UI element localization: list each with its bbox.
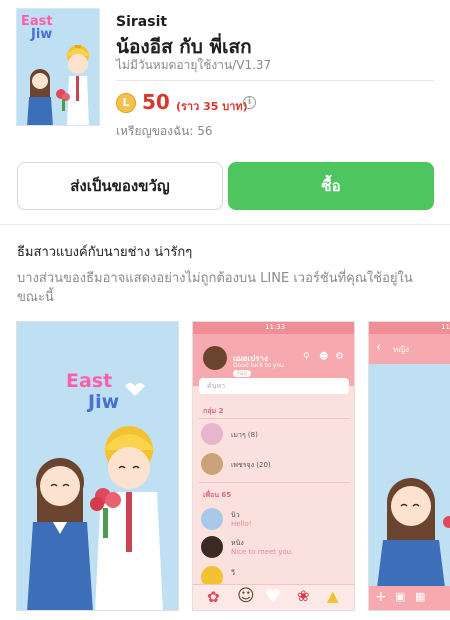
group-item: เมาๆ (8) (193, 430, 354, 441)
group-item-label: เพชรจุง (20) (231, 461, 271, 469)
group-header-label: กลุ่ม 2 (203, 407, 224, 415)
preview-image-1[interactable]: East Jiw (16, 321, 179, 611)
settings-icon: ⚙ (335, 351, 344, 362)
section-divider (0, 224, 450, 225)
profile-avatar (203, 346, 227, 370)
friend-name-label: หนิง (231, 539, 244, 547)
flower-icon: ✿ (207, 588, 220, 606)
row-divider (199, 482, 349, 483)
helmet-icon: ▲ (327, 587, 339, 605)
group-item: เพชรจุง (20) (193, 460, 354, 471)
friend-name-label: นิว (231, 511, 240, 519)
author-name[interactable]: Sirasit (116, 14, 167, 30)
search-placeholder: ค้นหา (207, 382, 226, 390)
image-icon: ▦ (415, 590, 426, 603)
camera-icon: ▣ (395, 590, 406, 603)
friend-name-label: วี (231, 569, 235, 577)
friend-message: Hello! (193, 520, 354, 528)
buy-button[interactable]: ซื้อ (228, 162, 434, 210)
preview-search-bar: ค้นหา (199, 378, 349, 394)
girl-icon: ☺ (237, 586, 255, 606)
plus-icon: + (375, 589, 387, 605)
heart-icon: ♥ (265, 586, 282, 607)
phone-status-bar: 11:33 (193, 322, 354, 334)
theme-description: ธีมสาวแบงค์กับนายช่าง น่ารักๆ (17, 245, 193, 260)
add-friend-icon: ☻ (319, 352, 329, 362)
preview3-illustration (377, 478, 450, 588)
profile-tag: Fav (233, 370, 252, 377)
row-divider (199, 418, 349, 419)
chat-input-bar: + ▣ ▦ (369, 586, 450, 610)
rose-icon: ❀ (297, 587, 310, 605)
price-coins: 50 (142, 90, 170, 114)
compatibility-notice: บางส่วนของธีมอาจแสดงอย่างไม่ถูกต้องบน LI… (17, 271, 413, 305)
friends-header: เพื่อน 65 (193, 490, 354, 501)
preview1-illustration (27, 383, 163, 610)
info-icon[interactable]: i (243, 96, 256, 109)
coin-icon: L (116, 93, 136, 113)
send-gift-button[interactable]: ส่งเป็นของขวัญ (17, 162, 223, 210)
friend-message: Nice to meet you. (193, 548, 354, 556)
group-header: กลุ่ม 2 (193, 406, 354, 417)
preview2-tab-bar: ✿ ☺ ♥ ❀ ▲ (193, 584, 354, 610)
group-item-label: เมาๆ (8) (231, 431, 258, 439)
preview-image-2[interactable]: 11:33 เฌอเปราง Good luck to you Fav ⚲ ☻ … (192, 321, 355, 611)
friend-message-label: Nice to meet you. (231, 548, 294, 556)
price-approx: (ราว 35 บาท) (176, 100, 248, 113)
preview-image-3[interactable]: 11 ‹ หญิง + ▣ ▦ (368, 321, 450, 611)
validity-text: ไม่มีวันหมดอายุใช้งาน/V1.37 (116, 58, 272, 72)
status-time: 11:33 (265, 323, 286, 331)
coin-balance: เหรียญของฉัน: 56 (116, 124, 213, 138)
thumbnail-illustration (27, 45, 90, 125)
bell-icon: ⚲ (303, 352, 310, 362)
friends-header-label: เพื่อน 65 (203, 491, 232, 499)
product-header: East Jiw Sirasit น้องอีส กับ พี่เสก ไม่ม… (0, 0, 450, 150)
friend-message-label: Hello! (231, 520, 252, 528)
profile-status: Good luck to you (233, 362, 284, 369)
header-divider (116, 80, 434, 81)
theme-thumbnail: East Jiw (16, 8, 100, 126)
friend-name: วี (193, 568, 354, 579)
